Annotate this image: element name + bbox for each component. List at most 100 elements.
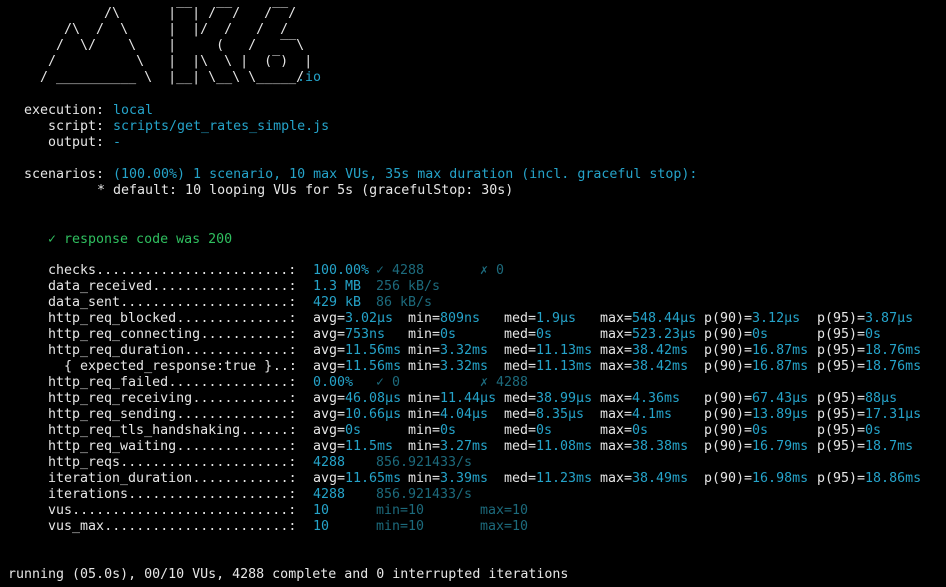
logo-line: / __________ \ |__| \__\ \_____/: [24, 70, 305, 85]
terminal-window: /\ |‾‾| /‾‾/ /‾‾/ /\ / \ | |/ / / / / \/…: [0, 0, 946, 587]
logo-line: / \/ \ | ( / ‾‾\: [24, 38, 305, 53]
metric-value: med=11.08ms: [504, 439, 593, 454]
metric-value: avg=11.65ms: [313, 471, 402, 486]
metric-value: max=38.42ms: [600, 359, 689, 374]
metric-value: min=11.44µs: [408, 391, 497, 406]
metric-leader-dots: ...............:: [168, 375, 297, 390]
metric-value: min=4.04µs: [408, 407, 489, 422]
metric-value: p(90)=0s: [704, 423, 769, 438]
metric-name: http_req_tls_handshaking: [48, 423, 241, 438]
metric-value: p(90)=13.89µs: [704, 407, 809, 422]
metric-value: ✗ 4288: [480, 375, 529, 390]
script-label: script:: [48, 119, 105, 134]
metric-value: p(90)=16.87ms: [704, 359, 809, 374]
metric-leader-dots: ......:: [240, 423, 297, 438]
metric-value: max=10: [480, 519, 529, 534]
metric-name: iteration_duration: [48, 471, 193, 486]
metric-value: min=3.39ms: [408, 471, 489, 486]
metric-leader-dots: .....................:: [120, 455, 297, 470]
metric-value: min=3.32ms: [408, 359, 489, 374]
metric-value: p(90)=0s: [704, 327, 769, 342]
metric-leader-dots: ..:: [272, 359, 297, 374]
metric-name: http_reqs: [48, 455, 121, 470]
metric-value: avg=11.56ms: [313, 343, 402, 358]
metric-name: data_sent: [48, 295, 121, 310]
metric-value: avg=3.02µs: [313, 311, 394, 326]
metric-name: http_req_waiting: [48, 439, 177, 454]
metric-value: med=0s: [504, 327, 553, 342]
metric-value: max=4.1ms: [600, 407, 673, 422]
metric-value: 856.921433/s: [376, 455, 473, 470]
scenarios-summary: (100.00%) 1 scenario, 10 max VUs, 35s ma…: [113, 167, 698, 182]
metric-value: 4288: [313, 487, 346, 502]
metric-value: 4288: [313, 455, 346, 470]
metric-name: { expected_response:true }: [48, 359, 273, 374]
logo-line: /\ / \ | |/ / / /: [24, 22, 289, 37]
metric-value: 86 kB/s: [376, 295, 433, 310]
metric-value: max=523.23µs: [600, 327, 697, 342]
metric-value: p(90)=3.12µs: [704, 311, 801, 326]
metric-value: med=11.13ms: [504, 343, 593, 358]
metric-value: p(95)=0s: [817, 327, 882, 342]
metric-value: med=8.35µs: [504, 407, 585, 422]
metric-value: avg=753ns: [313, 327, 386, 342]
status-line: running (05.0s), 00/10 VUs, 4288 complet…: [8, 567, 569, 582]
metric-leader-dots: ...........:: [200, 327, 297, 342]
metric-value: p(90)=67.43µs: [704, 391, 809, 406]
metric-value: med=11.23ms: [504, 471, 593, 486]
metric-leader-dots: .....................:: [120, 295, 297, 310]
metric-value: p(95)=3.87µs: [817, 311, 914, 326]
output-label: output:: [48, 135, 105, 150]
metric-name: http_req_blocked: [48, 311, 177, 326]
metric-value: min=10: [376, 503, 425, 518]
logo-line: / \ | |\ \ | (‾) |: [24, 54, 313, 69]
metric-name: http_req_connecting: [48, 327, 201, 342]
metric-value: p(95)=17.31µs: [817, 407, 922, 422]
scenarios-label: scenarios:: [24, 167, 105, 182]
metric-leader-dots: ........................:: [96, 263, 297, 278]
metric-value: max=38.38ms: [600, 439, 689, 454]
metric-value: avg=10.66µs: [313, 407, 402, 422]
metric-name: http_req_receiving: [48, 391, 193, 406]
metric-leader-dots: ....................:: [128, 487, 297, 502]
metric-value: p(95)=18.86ms: [817, 471, 922, 486]
metric-value: 0.00%: [313, 375, 354, 390]
check-result: ✓ response code was 200: [48, 232, 233, 247]
metric-leader-dots: ..............:: [176, 439, 297, 454]
metric-value: 429 kB: [313, 295, 362, 310]
metric-name: checks: [48, 263, 97, 278]
metric-leader-dots: ...........................:: [72, 503, 297, 518]
metric-name: http_req_failed: [48, 375, 169, 390]
metric-name: http_req_sending: [48, 407, 177, 422]
metric-value: p(95)=18.7ms: [817, 439, 914, 454]
metric-name: vus_max: [48, 519, 105, 534]
metric-value: max=548.44µs: [600, 311, 697, 326]
metric-value: ✓ 0: [376, 375, 401, 390]
metric-value: max=4.36ms: [600, 391, 681, 406]
metric-value: 1.3 MB: [313, 279, 362, 294]
metric-value: p(90)=16.79ms: [704, 439, 809, 454]
metric-value: med=38.99µs: [504, 391, 593, 406]
script-value: scripts/get_rates_simple.js: [113, 119, 330, 134]
execution-label: execution:: [24, 103, 105, 118]
metric-value: max=10: [480, 503, 529, 518]
metric-value: p(95)=88µs: [817, 391, 898, 406]
logo-line: /\ |‾‾| /‾‾/ /‾‾/: [24, 6, 297, 21]
metric-value: ✗ 0: [480, 263, 505, 278]
metric-value: min=3.27ms: [408, 439, 489, 454]
output-value: -: [113, 135, 122, 150]
metric-value: min=809ns: [408, 311, 481, 326]
metric-leader-dots: ............:: [192, 471, 297, 486]
metric-value: 100.00%: [313, 263, 370, 278]
metric-leader-dots: .......................:: [104, 519, 297, 534]
metric-value: max=0s: [600, 423, 649, 438]
metric-name: iterations: [48, 487, 129, 502]
metric-name: http_req_duration: [48, 343, 185, 358]
metric-value: med=11.13ms: [504, 359, 593, 374]
metric-value: p(90)=16.87ms: [704, 343, 809, 358]
execution-value: local: [113, 103, 154, 118]
metric-value: p(95)=18.76ms: [817, 343, 922, 358]
metric-value: med=1.9µs: [504, 311, 577, 326]
metric-leader-dots: ............:: [192, 391, 297, 406]
metric-leader-dots: ..............:: [176, 311, 297, 326]
